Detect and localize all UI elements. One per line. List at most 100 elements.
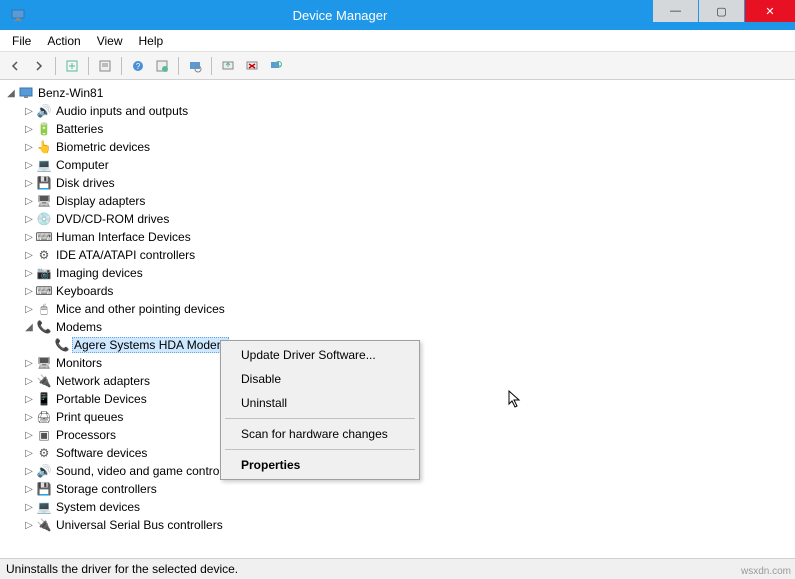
- expand-icon[interactable]: ▷: [22, 212, 36, 226]
- device-icon: 🖥: [36, 193, 52, 209]
- close-button[interactable]: ✕: [745, 0, 795, 22]
- device-icon: 💻: [36, 157, 52, 173]
- window-controls: — ▢ ✕: [652, 0, 795, 30]
- expand-icon[interactable]: ▷: [22, 122, 36, 136]
- node-label: DVD/CD-ROM drives: [54, 212, 171, 226]
- node-label: Batteries: [54, 122, 105, 136]
- expand-icon[interactable]: ▷: [22, 230, 36, 244]
- menu-action[interactable]: Action: [39, 32, 88, 50]
- device-icon: ⚙: [36, 247, 52, 263]
- node-label: Keyboards: [54, 284, 115, 298]
- svg-text:?: ?: [136, 62, 141, 71]
- expand-icon[interactable]: ◢: [22, 320, 36, 334]
- scan-hardware-button[interactable]: [265, 55, 287, 77]
- expand-icon[interactable]: ▷: [22, 104, 36, 118]
- properties-button[interactable]: [94, 55, 116, 77]
- node-label: Universal Serial Bus controllers: [54, 518, 225, 532]
- tree-category[interactable]: ▷📷Imaging devices: [0, 264, 795, 282]
- node-label: Agere Systems HDA Modem: [72, 337, 229, 353]
- device-icon: 💾: [36, 481, 52, 497]
- tree-category[interactable]: ▷💾Disk drives: [0, 174, 795, 192]
- expand-icon[interactable]: ▷: [22, 284, 36, 298]
- scan-button[interactable]: [184, 55, 206, 77]
- device-icon: ⌨: [36, 283, 52, 299]
- tree-category[interactable]: ▷💻System devices: [0, 498, 795, 516]
- uninstall-button[interactable]: [241, 55, 263, 77]
- tree-root[interactable]: ◢ Benz-Win81: [0, 84, 795, 102]
- expand-icon[interactable]: ▷: [22, 464, 36, 478]
- expand-icon[interactable]: ▷: [22, 158, 36, 172]
- menu-help[interactable]: Help: [131, 32, 172, 50]
- expand-icon[interactable]: ▷: [22, 140, 36, 154]
- forward-button[interactable]: [28, 55, 50, 77]
- context-item[interactable]: Disable: [223, 367, 417, 391]
- node-label: Print queues: [54, 410, 125, 424]
- toolbar-separator: [121, 57, 122, 75]
- expand-icon[interactable]: ▷: [22, 248, 36, 262]
- status-text: Uninstalls the driver for the selected d…: [6, 562, 238, 576]
- device-icon: 🖨: [36, 409, 52, 425]
- show-hidden-button[interactable]: [61, 55, 83, 77]
- back-button[interactable]: [4, 55, 26, 77]
- tree-category[interactable]: ▷💿DVD/CD-ROM drives: [0, 210, 795, 228]
- context-item[interactable]: Uninstall: [223, 391, 417, 415]
- expand-icon[interactable]: ▷: [22, 518, 36, 532]
- device-icon: 🔊: [36, 103, 52, 119]
- expand-icon[interactable]: ▷: [22, 410, 36, 424]
- expand-icon[interactable]: ▷: [22, 302, 36, 316]
- tree-category[interactable]: ▷🔋Batteries: [0, 120, 795, 138]
- expand-icon[interactable]: ▷: [22, 482, 36, 496]
- tree-category[interactable]: ▷🔊Audio inputs and outputs: [0, 102, 795, 120]
- device-icon: ⌨: [36, 229, 52, 245]
- tree-category[interactable]: ▷💾Storage controllers: [0, 480, 795, 498]
- node-label: Human Interface Devices: [54, 230, 193, 244]
- node-label: Display adapters: [54, 194, 147, 208]
- minimize-button[interactable]: —: [653, 0, 698, 22]
- update-button[interactable]: [151, 55, 173, 77]
- computer-icon: [18, 85, 34, 101]
- expand-icon[interactable]: ▷: [22, 176, 36, 190]
- expand-icon[interactable]: ▷: [22, 266, 36, 280]
- menu-file[interactable]: File: [4, 32, 39, 50]
- context-item[interactable]: Scan for hardware changes: [223, 422, 417, 446]
- expand-icon[interactable]: ▷: [22, 194, 36, 208]
- device-tree[interactable]: ◢ Benz-Win81 ▷🔊Audio inputs and outputs▷…: [0, 80, 795, 558]
- tree-category[interactable]: ▷⌨Keyboards: [0, 282, 795, 300]
- toolbar-separator: [88, 57, 89, 75]
- node-label: Audio inputs and outputs: [54, 104, 190, 118]
- expand-icon[interactable]: ▷: [22, 500, 36, 514]
- node-label: System devices: [54, 500, 142, 514]
- context-separator: [225, 449, 415, 450]
- help-button[interactable]: ?: [127, 55, 149, 77]
- tree-category[interactable]: ▷⌨Human Interface Devices: [0, 228, 795, 246]
- maximize-button[interactable]: ▢: [699, 0, 744, 22]
- expand-icon[interactable]: ▷: [22, 446, 36, 460]
- expand-icon[interactable]: ▷: [22, 428, 36, 442]
- tree-category[interactable]: ▷🔌Universal Serial Bus controllers: [0, 516, 795, 534]
- tree-category[interactable]: ▷🖱Mice and other pointing devices: [0, 300, 795, 318]
- node-label: Processors: [54, 428, 118, 442]
- device-icon: 🖱: [36, 301, 52, 317]
- device-icon: ▣: [36, 427, 52, 443]
- node-label: Monitors: [54, 356, 104, 370]
- context-item[interactable]: Properties: [223, 453, 417, 477]
- menu-view[interactable]: View: [89, 32, 131, 50]
- tree-category[interactable]: ◢📞Modems: [0, 318, 795, 336]
- expand-icon[interactable]: ◢: [4, 86, 18, 100]
- expand-icon[interactable]: ▷: [22, 374, 36, 388]
- device-icon: 🔌: [36, 517, 52, 533]
- tree-category[interactable]: ▷⚙IDE ATA/ATAPI controllers: [0, 246, 795, 264]
- expand-icon[interactable]: ▷: [22, 392, 36, 406]
- update-driver-button[interactable]: [217, 55, 239, 77]
- context-item[interactable]: Update Driver Software...: [223, 343, 417, 367]
- tree-category[interactable]: ▷💻Computer: [0, 156, 795, 174]
- node-label: Software devices: [54, 446, 149, 460]
- tree-category[interactable]: ▷🖥Display adapters: [0, 192, 795, 210]
- watermark: wsxdn.com: [741, 566, 791, 577]
- menubar: File Action View Help: [0, 30, 795, 52]
- device-icon: 🖥: [36, 355, 52, 371]
- expand-icon[interactable]: ▷: [22, 356, 36, 370]
- device-icon: 🔌: [36, 373, 52, 389]
- device-icon: ⚙: [36, 445, 52, 461]
- tree-category[interactable]: ▷👆Biometric devices: [0, 138, 795, 156]
